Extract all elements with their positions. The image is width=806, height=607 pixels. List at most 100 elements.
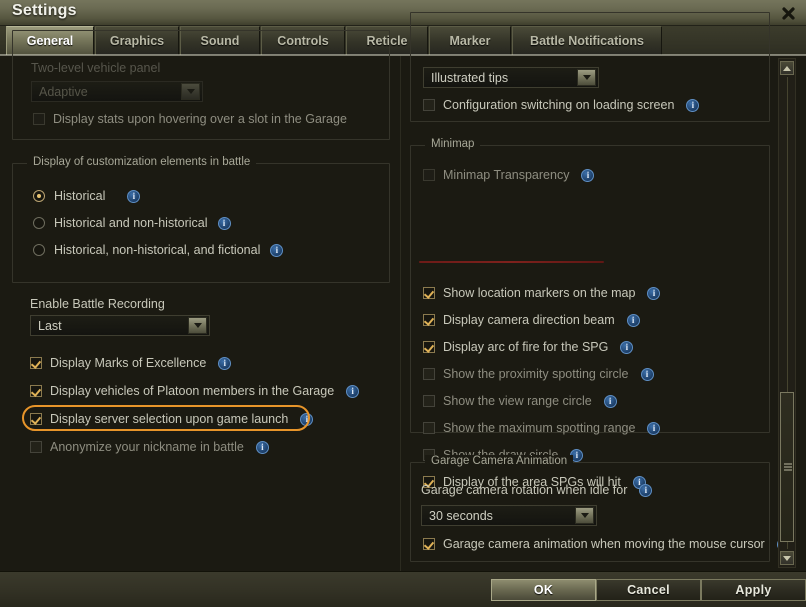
view-range-circle-checkbox-row[interactable]: Show the view range circle i	[423, 394, 617, 408]
garage-camera-animation-group: Garage Camera Animation Garage camera ro…	[410, 462, 770, 562]
location-markers-checkbox-row[interactable]: Show location markers on the map i	[423, 286, 660, 300]
location-markers-label: Show location markers on the map	[443, 286, 635, 300]
camera-direction-beam-label: Display camera direction beam	[443, 313, 615, 327]
dropdown-value: 30 seconds	[422, 509, 575, 523]
scrollbar-thumb[interactable]	[780, 392, 794, 542]
battle-recording-label: Enable Battle Recording	[30, 297, 165, 311]
server-selection-label: Display server selection upon game launc…	[50, 412, 288, 426]
configuration-switching-checkbox-row[interactable]: Configuration switching on loading scree…	[423, 98, 699, 112]
server-selection-checkbox-row[interactable]: Display server selection upon game launc…	[30, 412, 313, 426]
radio-row-historical-and-non-historical[interactable]: Historical and non-historical i	[33, 216, 231, 230]
cancel-button[interactable]: Cancel	[596, 579, 701, 601]
panel-divider	[400, 56, 401, 571]
marks-of-excellence-label: Display Marks of Excellence	[50, 356, 206, 370]
customization-elements-group: Display of customization elements in bat…	[12, 163, 390, 283]
radio-historical-label: Historical	[54, 189, 105, 203]
info-icon[interactable]: i	[627, 314, 640, 327]
info-icon[interactable]: i	[127, 190, 140, 203]
scrollbar-grip-icon	[784, 464, 792, 471]
info-icon[interactable]: i	[581, 169, 594, 182]
radio-historical-and-non-historical-label: Historical and non-historical	[54, 216, 208, 230]
anonymize-nickname-checkbox[interactable]	[30, 441, 42, 453]
info-icon[interactable]: i	[647, 422, 660, 435]
close-icon[interactable]	[774, 1, 802, 25]
proximity-spotting-circle-checkbox-row[interactable]: Show the proximity spotting circle i	[423, 367, 654, 381]
info-icon[interactable]: i	[639, 484, 652, 497]
battle-recording-dropdown[interactable]: Last	[30, 315, 210, 336]
radio-row-historical-non-historical-fictional[interactable]: Historical, non-historical, and fictiona…	[33, 243, 283, 257]
arc-of-fire-spg-label: Display arc of fire for the SPG	[443, 340, 608, 354]
two-level-vehicle-panel-dropdown[interactable]: Adaptive	[31, 81, 203, 102]
anonymize-nickname-label: Anonymize your nickname in battle	[50, 440, 244, 454]
display-stats-hover-checkbox[interactable]	[33, 113, 45, 125]
chevron-down-icon[interactable]	[780, 551, 794, 565]
minimap-transparency-label: Minimap Transparency	[443, 168, 569, 182]
anonymize-nickname-checkbox-row[interactable]: Anonymize your nickname in battle i	[30, 440, 269, 454]
garage-camera-mouse-label: Garage camera animation when moving the …	[443, 537, 765, 551]
maximum-spotting-range-checkbox[interactable]	[423, 422, 435, 434]
info-icon[interactable]: i	[647, 287, 660, 300]
arc-of-fire-spg-checkbox-row[interactable]: Display arc of fire for the SPG i	[423, 340, 633, 354]
marks-of-excellence-checkbox-row[interactable]: Display Marks of Excellence i	[30, 356, 231, 370]
garage-camera-group-legend: Garage Camera Animation	[425, 455, 573, 467]
info-icon[interactable]: i	[218, 217, 231, 230]
platoon-vehicles-checkbox[interactable]	[30, 385, 42, 397]
configuration-switching-label: Configuration switching on loading scree…	[443, 98, 674, 112]
maximum-spotting-range-checkbox-row[interactable]: Show the maximum spotting range i	[423, 421, 660, 435]
minimap-transparency-checkbox-row[interactable]: Minimap Transparency i	[423, 168, 594, 182]
garage-rotation-dropdown[interactable]: 30 seconds	[421, 505, 597, 526]
maximum-spotting-range-label: Show the maximum spotting range	[443, 421, 635, 435]
info-icon[interactable]: i	[641, 368, 654, 381]
apply-button[interactable]: Apply	[701, 579, 806, 601]
radio-historical-non-historical-fictional[interactable]	[33, 244, 45, 256]
tips-dropdown[interactable]: Illustrated tips	[423, 67, 599, 88]
garage-camera-mouse-checkbox-row[interactable]: Garage camera animation when moving the …	[423, 537, 790, 551]
info-icon[interactable]: i	[686, 99, 699, 112]
marks-of-excellence-checkbox[interactable]	[30, 357, 42, 369]
minimap-group: Minimap Minimap Transparency i Show loca…	[410, 145, 770, 433]
garage-camera-mouse-checkbox[interactable]	[423, 538, 435, 550]
proximity-spotting-circle-checkbox[interactable]	[423, 368, 435, 380]
settings-scrollbar[interactable]	[778, 58, 796, 568]
info-icon[interactable]: i	[218, 357, 231, 370]
customization-group-legend: Display of customization elements in bat…	[27, 156, 256, 168]
arc-of-fire-spg-checkbox[interactable]	[423, 341, 435, 353]
info-icon[interactable]: i	[346, 385, 359, 398]
info-icon[interactable]: i	[300, 413, 313, 426]
two-level-vehicle-panel-label: Two-level vehicle panel	[31, 61, 160, 75]
window-title: Settings	[12, 2, 77, 20]
right-settings-panel: Illustrated tips Configuration switching…	[404, 56, 774, 571]
info-icon[interactable]: i	[620, 341, 633, 354]
radio-historical[interactable]	[33, 190, 45, 202]
view-range-circle-checkbox[interactable]	[423, 395, 435, 407]
location-markers-checkbox[interactable]	[423, 287, 435, 299]
display-stats-hover-checkbox-row[interactable]: Display stats upon hovering over a slot …	[33, 112, 347, 126]
radio-historical-and-non-historical[interactable]	[33, 217, 45, 229]
info-icon[interactable]: i	[256, 441, 269, 454]
server-selection-checkbox[interactable]	[30, 413, 42, 425]
platoon-vehicles-checkbox-row[interactable]: Display vehicles of Platoon members in t…	[30, 384, 359, 398]
chevron-up-icon[interactable]	[780, 61, 794, 75]
ok-button[interactable]: OK	[491, 579, 596, 601]
left-settings-panel: Two-level vehicle panel Adaptive Display…	[8, 56, 398, 571]
chevron-down-icon	[181, 83, 200, 100]
minimap-group-legend: Minimap	[425, 138, 480, 150]
minimap-transparency-slider[interactable]	[419, 261, 604, 263]
display-stats-hover-label: Display stats upon hovering over a slot …	[53, 112, 347, 126]
dropdown-value: Last	[31, 319, 188, 333]
chevron-down-icon	[577, 69, 596, 86]
camera-direction-beam-checkbox-row[interactable]: Display camera direction beam i	[423, 313, 640, 327]
radio-historical-non-historical-fictional-label: Historical, non-historical, and fictiona…	[54, 243, 260, 257]
camera-direction-beam-checkbox[interactable]	[423, 314, 435, 326]
info-icon[interactable]: i	[270, 244, 283, 257]
dialog-footer: OK Cancel Apply	[0, 571, 806, 607]
minimap-transparency-checkbox[interactable]	[423, 169, 435, 181]
radio-row-historical[interactable]: Historical i	[33, 189, 140, 203]
view-range-circle-label: Show the view range circle	[443, 394, 592, 408]
chevron-down-icon	[575, 507, 594, 524]
vehicle-panel-group: Two-level vehicle panel Adaptive Display…	[12, 30, 390, 140]
info-icon[interactable]: i	[604, 395, 617, 408]
garage-rotation-label: Garage camera rotation when idle for	[421, 483, 627, 497]
configuration-switching-checkbox[interactable]	[423, 99, 435, 111]
dropdown-value: Adaptive	[32, 85, 181, 99]
